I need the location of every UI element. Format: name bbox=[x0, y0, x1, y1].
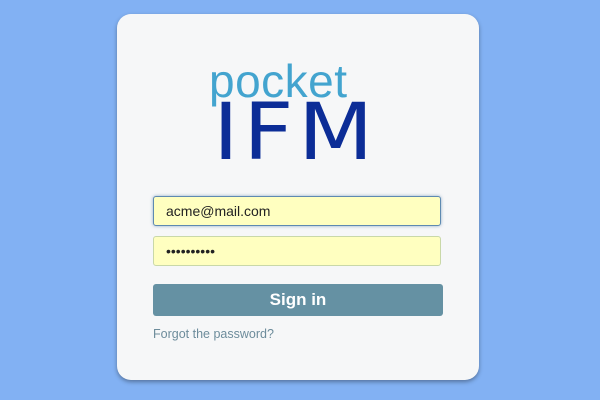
password-field[interactable] bbox=[153, 236, 441, 266]
sign-in-button[interactable]: Sign in bbox=[153, 284, 443, 316]
forgot-password-link[interactable]: Forgot the password? bbox=[153, 327, 274, 341]
email-field[interactable] bbox=[153, 196, 441, 226]
login-card: pocket IFM Sign in Forgot the password? bbox=[117, 14, 479, 380]
logo-ifm-text: IFM bbox=[213, 88, 378, 178]
pocket-ifm-logo: pocket IFM bbox=[117, 14, 479, 184]
